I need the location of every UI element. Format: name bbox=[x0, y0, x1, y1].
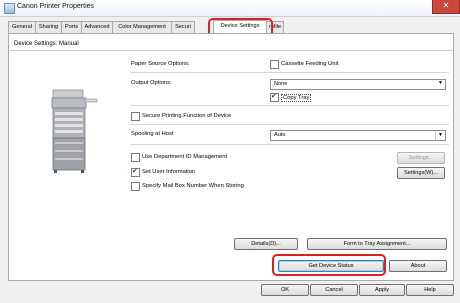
paper-source-label: Paper Source Options: bbox=[131, 61, 190, 67]
tab-profile[interactable]: rofile bbox=[266, 21, 284, 33]
output-options-select[interactable]: None ▼ bbox=[270, 79, 446, 90]
spooling-label: Spooling at Host bbox=[131, 131, 174, 137]
cassette-feeding-label: Cassette Feeding Unit bbox=[281, 61, 339, 67]
output-options-value: None bbox=[274, 81, 288, 87]
get-device-status-button[interactable]: Get Device Status bbox=[278, 260, 384, 272]
form-to-tray-button[interactable]: Form to Tray Assignment... bbox=[307, 238, 447, 250]
tab-color-management[interactable]: Color Management bbox=[112, 21, 172, 33]
printer-device-image bbox=[51, 89, 98, 173]
window-title: Canon Printer Properties bbox=[17, 3, 95, 10]
printer-properties-window: Canon Printer Properties ✕ General Shari… bbox=[0, 0, 460, 303]
printer-app-icon bbox=[4, 3, 15, 14]
user-info-label: Set User Information bbox=[142, 169, 196, 175]
about-button[interactable]: About bbox=[389, 260, 447, 272]
user-info-checkbox[interactable] bbox=[131, 167, 140, 177]
title-bar: Canon Printer Properties ✕ bbox=[0, 0, 460, 17]
secure-printing-label: Secure Printing Function of Device bbox=[142, 113, 232, 119]
copy-tray-checkbox[interactable] bbox=[270, 92, 279, 102]
help-button[interactable]: Help bbox=[406, 284, 454, 296]
panel-divider bbox=[10, 50, 452, 51]
details-button[interactable]: Details(D)... bbox=[234, 238, 298, 250]
mailbox-label: Specify Mail Box Number When Storing bbox=[142, 183, 244, 189]
cassette-feeding-checkbox[interactable] bbox=[270, 60, 279, 69]
tab-strip: General Sharing Ports Advanced Color Man… bbox=[8, 20, 452, 34]
chevron-down-icon: ▼ bbox=[438, 80, 443, 86]
dept-id-checkbox[interactable] bbox=[131, 153, 140, 162]
tab-security[interactable]: Securi bbox=[171, 21, 195, 33]
secure-printing-checkbox[interactable] bbox=[131, 112, 140, 121]
apply-button[interactable]: Apply bbox=[359, 284, 405, 296]
ok-button[interactable]: OK bbox=[261, 284, 309, 296]
divider-2 bbox=[131, 105, 449, 106]
panel-title: Device Settings: Manual bbox=[14, 41, 79, 47]
dept-id-label: Use Department ID Management bbox=[142, 154, 228, 160]
close-button[interactable]: ✕ bbox=[432, 0, 460, 14]
tab-advanced[interactable]: Advanced bbox=[81, 21, 113, 33]
divider-4 bbox=[131, 144, 449, 145]
chevron-down-icon: ▼ bbox=[435, 131, 445, 140]
tab-sharing[interactable]: Sharing bbox=[35, 21, 62, 33]
divider-3 bbox=[131, 124, 449, 125]
divider-1 bbox=[131, 72, 449, 73]
dept-settings-button[interactable]: Settings... bbox=[397, 152, 445, 164]
cancel-button[interactable]: Cancel bbox=[310, 284, 358, 296]
spooling-value: Auto bbox=[274, 132, 286, 138]
tab-general[interactable]: General bbox=[8, 21, 36, 33]
tab-device-settings[interactable]: Device Settings bbox=[213, 20, 267, 34]
user-settings-button[interactable]: Settings(W)... bbox=[397, 167, 445, 179]
device-settings-panel: Device Settings: Manual Paper Source Opt… bbox=[8, 33, 454, 281]
tab-ports[interactable]: Ports bbox=[61, 21, 82, 33]
mailbox-checkbox[interactable] bbox=[131, 182, 140, 191]
output-options-label: Output Options: bbox=[131, 80, 172, 86]
copy-tray-label: Copy Tray bbox=[281, 94, 312, 102]
spooling-select[interactable]: Auto ▼ bbox=[270, 130, 446, 141]
